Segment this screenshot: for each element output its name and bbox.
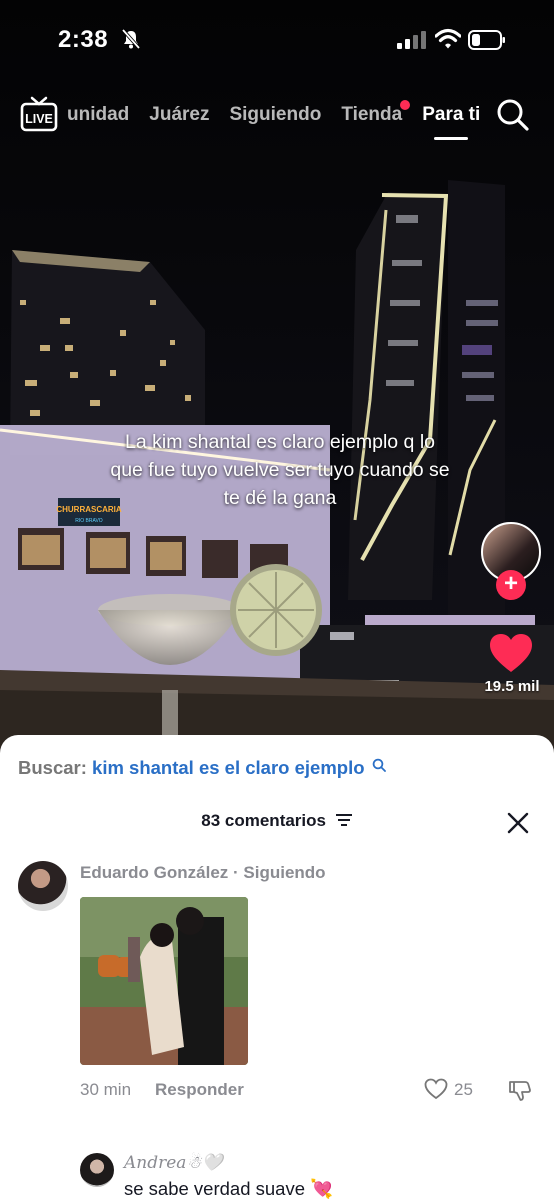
search-icon[interactable]	[496, 98, 530, 137]
search-suggestion-label: Buscar:	[18, 757, 87, 778]
live-label: LIVE	[25, 112, 53, 126]
comment-author[interactable]: Eduardo González · Siguiendo	[80, 863, 326, 883]
comments-sheet: Buscar: kim shantal es el claro ejemplo …	[0, 735, 554, 1200]
tab-para-ti[interactable]: Para ti	[422, 104, 481, 140]
like-count: 19.5 mil	[484, 678, 540, 695]
tab-juarez[interactable]: Juárez	[149, 104, 209, 126]
live-button[interactable]: LIVE	[20, 96, 58, 132]
tab-tienda[interactable]: Tienda	[341, 100, 411, 126]
notification-dot	[400, 100, 411, 110]
cellular-signal-icon	[397, 30, 427, 55]
feed-tabs: unidad Juárez Siguiendo Tienda Para ti	[64, 92, 500, 140]
tab-para-ti-label: Para ti	[422, 104, 481, 125]
comments-count: 83 comentarios	[201, 811, 326, 830]
commenter-avatar[interactable]	[18, 861, 68, 911]
reply-button[interactable]: Responder	[155, 1080, 244, 1099]
sort-filter-icon[interactable]	[335, 813, 353, 827]
wifi-icon	[434, 28, 462, 55]
bell-slash-icon	[120, 28, 142, 55]
tab-tienda-label: Tienda	[341, 104, 403, 125]
search-icon	[372, 758, 386, 772]
tab-siguiendo[interactable]: Siguiendo	[229, 104, 321, 126]
reply-author[interactable]: Andrea☃🤍	[124, 1153, 223, 1173]
dislike-icon[interactable]	[508, 1078, 532, 1107]
active-tab-indicator	[434, 137, 469, 140]
battery-icon	[468, 29, 506, 56]
follow-plus-icon[interactable]: +	[496, 570, 526, 600]
comments-header: 83 comentarios	[0, 811, 554, 831]
comment-meta: 30 min Responder	[80, 1080, 244, 1100]
heart-icon[interactable]	[488, 632, 534, 679]
restaurant-sign-subtext: RIO BRAVO	[75, 518, 103, 524]
comment-heart-icon[interactable]	[424, 1078, 448, 1105]
status-bar: 2:38	[0, 0, 554, 84]
comment-time: 30 min	[80, 1080, 132, 1099]
search-suggestion-query: kim shantal es el claro ejemplo	[92, 757, 365, 778]
comment-like-count: 25	[454, 1080, 473, 1099]
reply-text: se sabe verdad suave 💘	[124, 1178, 334, 1199]
top-nav: LIVE unidad Juárez Siguiendo Tienda Para…	[0, 92, 554, 142]
close-icon[interactable]	[506, 811, 530, 840]
comment-photo[interactable]	[80, 897, 248, 1065]
reply-avatar[interactable]	[80, 1153, 114, 1187]
video-caption: La kim shantal es claro ejemplo q lo que…	[110, 431, 450, 509]
search-suggestion[interactable]: Buscar: kim shantal es el claro ejemplo	[18, 757, 386, 779]
tab-comunidad[interactable]: unidad	[67, 104, 129, 126]
status-time: 2:38	[58, 26, 109, 53]
